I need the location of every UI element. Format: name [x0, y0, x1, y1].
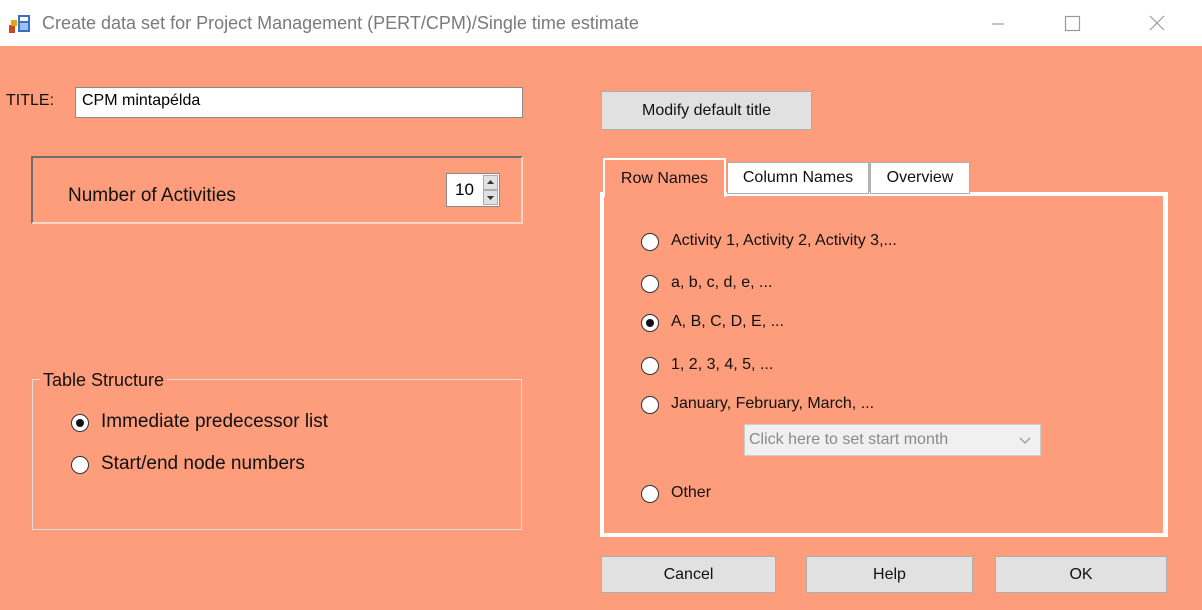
cancel-button[interactable]: Cancel: [601, 556, 776, 593]
activities-value: 10: [455, 180, 474, 199]
tab-overview[interactable]: Overview: [870, 162, 970, 194]
start-end-node-label: Start/end node numbers: [101, 453, 305, 474]
table-structure-legend: Table Structure: [40, 370, 168, 391]
spinner-up-button[interactable]: [483, 175, 498, 190]
minimize-button[interactable]: [975, 0, 1021, 46]
row-names-other-label: Other: [671, 484, 712, 501]
help-button[interactable]: Help: [806, 556, 973, 593]
row-names-activity-radio[interactable]: [641, 233, 659, 251]
immediate-predecessor-radio[interactable]: [71, 414, 89, 432]
title-bar: Create data set for Project Management (…: [0, 0, 1202, 46]
row-names-lowercase-radio[interactable]: [641, 275, 659, 293]
app-icon: [9, 15, 30, 33]
row-names-numbers-label: 1, 2, 3, 4, 5, ...: [671, 356, 774, 373]
row-names-lowercase-label: a, b, c, d, e, ...: [671, 274, 773, 291]
maximize-icon: [1064, 15, 1081, 32]
row-names-uppercase-label: A, B, C, D, E, ...: [671, 313, 784, 330]
minimize-icon: [992, 23, 1004, 25]
tab-row-names[interactable]: Row Names: [603, 158, 726, 197]
start-month-placeholder: Click here to set start month: [749, 431, 949, 448]
start-end-node-radio[interactable]: [71, 456, 89, 474]
dialog-body: TITLE: CPM mintapélda Modify default tit…: [0, 46, 1202, 610]
chevron-down-icon: [1019, 437, 1031, 444]
row-names-uppercase-radio[interactable]: [641, 314, 659, 332]
tab-column-names[interactable]: Column Names: [727, 162, 869, 194]
start-month-dropdown[interactable]: Click here to set start month: [744, 424, 1041, 456]
window-title: Create data set for Project Management (…: [42, 13, 639, 33]
title-input[interactable]: CPM mintapélda: [75, 87, 523, 118]
title-label: TITLE:: [6, 92, 55, 109]
immediate-predecessor-label: Immediate predecessor list: [101, 411, 329, 432]
spinner-down-button[interactable]: [483, 190, 498, 205]
ok-button[interactable]: OK: [995, 556, 1167, 593]
up-arrow-icon: [487, 180, 494, 184]
maximize-button[interactable]: [1049, 0, 1095, 46]
close-icon: [1149, 15, 1165, 31]
activities-spinner[interactable]: 10: [446, 173, 500, 207]
row-names-activity-label: Activity 1, Activity 2, Activity 3,...: [671, 232, 897, 249]
activities-label: Number of Activities: [68, 185, 236, 206]
row-names-other-radio[interactable]: [641, 485, 659, 503]
down-arrow-icon: [487, 196, 494, 200]
row-names-numbers-radio[interactable]: [641, 357, 659, 375]
close-button[interactable]: [1133, 0, 1179, 46]
modify-default-title-button[interactable]: Modify default title: [601, 91, 812, 130]
row-names-months-label: January, February, March, ...: [671, 395, 875, 412]
dialog-window: Create data set for Project Management (…: [0, 0, 1202, 610]
row-names-months-radio[interactable]: [641, 396, 659, 414]
